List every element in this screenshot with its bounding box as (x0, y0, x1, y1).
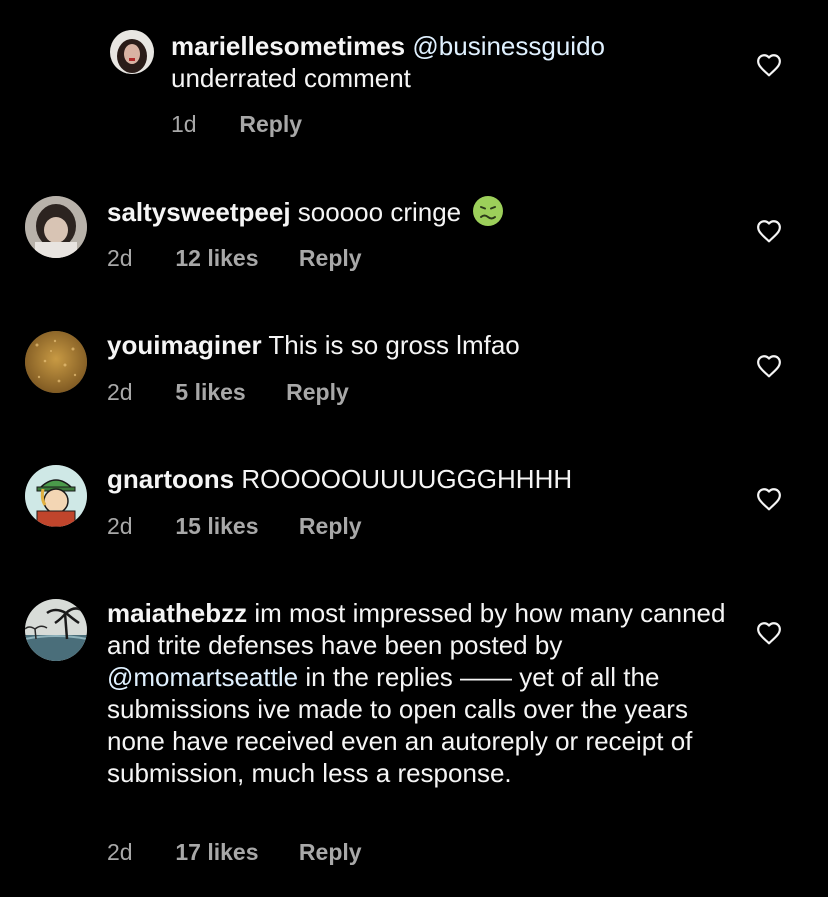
comment-body: underrated comment (171, 63, 411, 93)
comment-text: youimaginer This is so gross lmfao (107, 329, 727, 361)
mention-link[interactable]: @momartseattle (107, 662, 298, 692)
avatar[interactable] (25, 196, 87, 258)
avatar[interactable] (25, 465, 87, 527)
reply-button[interactable]: Reply (299, 245, 362, 272)
reply-button[interactable]: Reply (299, 839, 362, 866)
heart-outline-icon[interactable] (756, 621, 786, 649)
heart-outline-icon[interactable] (756, 354, 786, 382)
avatar[interactable] (110, 30, 154, 74)
comment-body: This is so gross lmfao (268, 330, 520, 360)
username[interactable]: mariellesometimes (171, 31, 405, 61)
timestamp[interactable]: 2d (107, 379, 169, 406)
username[interactable]: maiathebzz (107, 598, 247, 628)
comment-text: mariellesometimes @businessguido underra… (171, 30, 731, 94)
comment-meta: 1d Reply (171, 111, 302, 138)
comment-body: sooooo cringe (297, 197, 462, 227)
avatar[interactable] (25, 331, 87, 393)
timestamp[interactable]: 2d (107, 839, 169, 866)
username[interactable]: saltysweetpeej (107, 197, 291, 227)
comment-body: ROOOOOUUUUGGGHHHH (241, 464, 573, 494)
heart-outline-icon[interactable] (756, 53, 786, 81)
nauseated-face-icon (472, 195, 504, 227)
timestamp[interactable]: 1d (171, 111, 233, 138)
comment-text: maiathebzz im most impressed by how many… (107, 597, 727, 789)
username[interactable]: gnartoons (107, 464, 234, 494)
avatar[interactable] (25, 599, 87, 661)
heart-outline-icon[interactable] (756, 219, 786, 247)
comment-text: saltysweetpeej sooooo cringe (107, 195, 727, 228)
timestamp[interactable]: 2d (107, 245, 169, 272)
heart-outline-icon[interactable] (756, 487, 786, 515)
comment-meta: 2d 12 likes Reply (107, 245, 362, 272)
comment-meta: 2d 5 likes Reply (107, 379, 349, 406)
likes-count[interactable]: 17 likes (175, 839, 258, 866)
comment-meta: 2d 15 likes Reply (107, 513, 362, 540)
likes-count[interactable]: 5 likes (175, 379, 245, 406)
reply-button[interactable]: Reply (286, 379, 349, 406)
comment-text: gnartoons ROOOOOUUUUGGGHHHH (107, 463, 727, 495)
reply-button[interactable]: Reply (299, 513, 362, 540)
reply-button[interactable]: Reply (239, 111, 302, 138)
likes-count[interactable]: 15 likes (175, 513, 258, 540)
username[interactable]: youimaginer (107, 330, 262, 360)
comment-meta: 2d 17 likes Reply (107, 839, 362, 866)
likes-count[interactable]: 12 likes (175, 245, 258, 272)
mention-link[interactable]: @businessguido (412, 31, 605, 61)
timestamp[interactable]: 2d (107, 513, 169, 540)
